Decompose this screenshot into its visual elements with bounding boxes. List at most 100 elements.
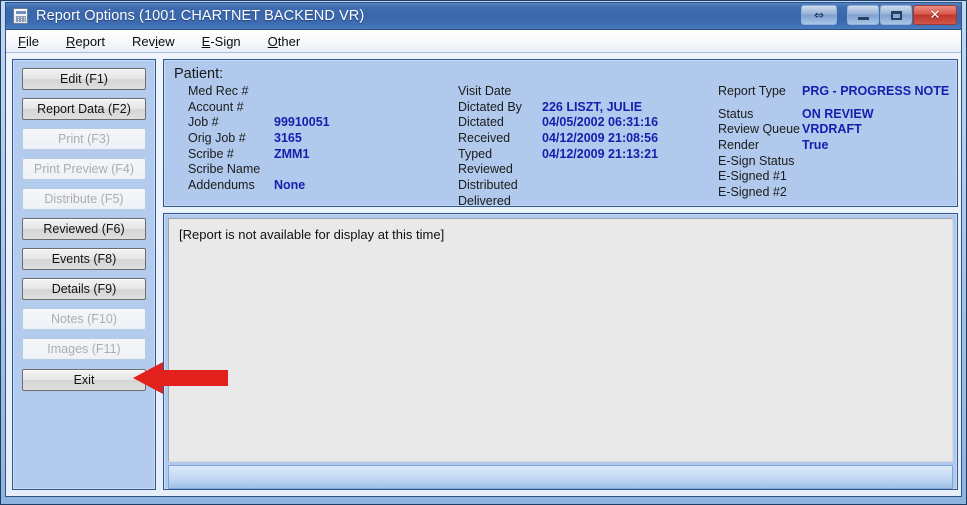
field-label: E-Signed #1 [718, 169, 787, 184]
field-render: Render True [718, 138, 949, 154]
field-value: None [274, 178, 306, 193]
field-account: Account # [188, 100, 458, 116]
field-visit-date: Visit Date [458, 84, 713, 100]
field-label: Account # [188, 99, 244, 114]
double-arrow-icon: ⇔ [813, 8, 825, 22]
field-label: Status [718, 106, 754, 121]
minimize-button[interactable] [847, 5, 879, 25]
field-scribe-number: Scribe # ZMM1 [188, 147, 458, 163]
report-status-message: [Report is not available for display at … [179, 227, 445, 242]
field-esigned-1: E-Signed #1 [718, 169, 949, 185]
action-button-panel: Edit (F1) Report Data (F2) Print (F3) Pr… [12, 59, 156, 490]
field-label: Scribe # [188, 146, 234, 161]
field-label: Orig Job # [188, 131, 246, 146]
field-label: Typed [458, 146, 493, 161]
minimize-icon [857, 17, 869, 20]
field-label: Dictated [458, 115, 504, 130]
print-preview-button: Print Preview (F4) [22, 158, 146, 180]
field-label: Dictated By [458, 99, 522, 114]
field-report-type: Report Type PRG - PROGRESS NOTE [718, 84, 949, 100]
field-esign-status: E-Sign Status [718, 154, 949, 170]
field-scribe-name: Scribe Name [188, 162, 458, 178]
title-bar: Report Options (1001 CHARTNET BACKEND VR… [6, 3, 961, 30]
field-addendums: Addendums None [188, 178, 458, 194]
field-label: Visit Date [458, 84, 512, 98]
exit-button[interactable]: Exit [22, 369, 146, 391]
field-review-queue: Review Queue VRDRAFT [718, 122, 949, 138]
field-label: E-Sign Status [718, 153, 795, 168]
close-icon: ✕ [929, 7, 941, 23]
window-title: Report Options (1001 CHARTNET BACKEND VR… [36, 8, 365, 24]
application-window: Report Options (1001 CHARTNET BACKEND VR… [0, 0, 967, 505]
field-spacer [718, 100, 949, 107]
field-label: Received [458, 131, 511, 146]
notes-button: Notes (F10) [22, 308, 146, 330]
field-value: ZMM1 [274, 146, 310, 161]
report-document-icon [13, 8, 28, 24]
menu-item-report[interactable]: Report [65, 32, 106, 51]
close-button[interactable]: ✕ [913, 5, 957, 25]
field-value: True [802, 138, 829, 153]
menu-item-other[interactable]: Other [267, 32, 302, 51]
window-inner-frame: Report Options (1001 CHARTNET BACKEND VR… [5, 2, 962, 497]
patient-fields-column-b: Visit Date Dictated By 226 LISZT, JULIE … [458, 84, 713, 210]
field-value: 99910051 [274, 115, 330, 130]
field-label: Job # [188, 115, 219, 130]
patient-fields-columns: Med Rec # Account # Job # 99910051 Orig … [172, 84, 949, 210]
report-data-button[interactable]: Report Data (F2) [22, 98, 146, 120]
field-label: E-Signed #2 [718, 185, 787, 200]
images-button: Images (F11) [22, 338, 146, 360]
patient-panel-title: Patient: [174, 66, 224, 82]
distribute-button: Distribute (F5) [22, 188, 146, 210]
field-med-rec: Med Rec # [188, 84, 458, 100]
patient-fields-column-c: Report Type PRG - PROGRESS NOTE Status O… [718, 84, 949, 210]
field-label: Review Queue [718, 122, 800, 137]
right-content-area: Patient: Med Rec # Account # Job # 99910… [163, 59, 959, 490]
field-dictated-by: Dictated By 226 LISZT, JULIE [458, 100, 713, 116]
reviewed-button[interactable]: Reviewed (F6) [22, 218, 146, 240]
field-label: Scribe Name [188, 162, 261, 177]
field-received: Received 04/12/2009 21:08:56 [458, 131, 713, 147]
field-value: PRG - PROGRESS NOTE [802, 84, 950, 98]
events-button[interactable]: Events (F8) [22, 248, 146, 270]
edit-button[interactable]: Edit (F1) [22, 68, 146, 90]
field-label: Distributed [458, 178, 518, 193]
report-document-view[interactable]: [Report is not available for display at … [168, 218, 954, 462]
maximize-button[interactable] [880, 5, 912, 25]
field-distributed: Distributed [458, 178, 713, 194]
report-panel-footer [168, 465, 954, 489]
field-orig-job-number: Orig Job # 3165 [188, 131, 458, 147]
report-display-panel: [Report is not available for display at … [163, 213, 959, 490]
menu-bar: File Report Review E-Sign Other [6, 30, 961, 53]
field-delivered: Delivered [458, 194, 713, 210]
field-label: Med Rec # [188, 84, 249, 98]
field-value: VRDRAFT [802, 122, 862, 137]
titlebar-window-controls: ✕ [846, 5, 957, 25]
patient-info-panel: Patient: Med Rec # Account # Job # 99910… [163, 59, 959, 210]
titlebar-restore-group: ⇔ [800, 5, 837, 25]
status-badge: ON REVIEW [802, 106, 874, 121]
menu-item-esign[interactable]: E-Sign [201, 32, 242, 51]
field-label: Report Type [718, 84, 786, 98]
window-body: Edit (F1) Report Data (F2) Print (F3) Pr… [6, 53, 961, 496]
field-value: 04/12/2009 21:08:56 [542, 131, 659, 146]
menu-item-file[interactable]: File [17, 32, 40, 51]
field-esigned-2: E-Signed #2 [718, 185, 949, 201]
field-value: 04/05/2002 06:31:16 [542, 115, 659, 130]
menu-item-review[interactable]: Review [131, 32, 176, 51]
field-label: Delivered [458, 193, 511, 208]
field-label: Reviewed [458, 162, 513, 177]
maximize-icon [890, 10, 902, 20]
field-typed: Typed 04/12/2009 21:13:21 [458, 147, 713, 163]
patient-fields-column-a: Med Rec # Account # Job # 99910051 Orig … [188, 84, 458, 210]
field-dictated: Dictated 04/05/2002 06:31:16 [458, 115, 713, 131]
field-value: 226 LISZT, JULIE [542, 99, 643, 114]
field-label: Render [718, 138, 759, 153]
field-value: 04/12/2009 21:13:21 [542, 146, 659, 161]
details-button[interactable]: Details (F9) [22, 278, 146, 300]
print-button: Print (F3) [22, 128, 146, 150]
field-value: 3165 [274, 131, 302, 146]
field-label: Addendums [188, 178, 255, 193]
restore-down-button[interactable]: ⇔ [801, 5, 837, 25]
field-job-number: Job # 99910051 [188, 115, 458, 131]
